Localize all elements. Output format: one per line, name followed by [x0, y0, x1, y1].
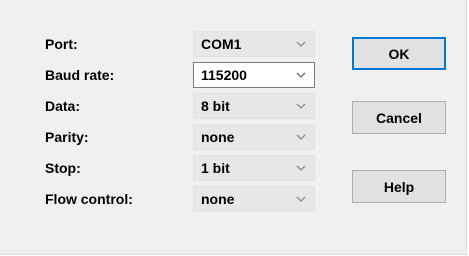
flow-control-label: Flow control:: [45, 191, 133, 207]
serial-port-settings-dialog: Port: COM1 Baud rate: 115200 Data: 8 bit…: [0, 0, 467, 255]
chevron-down-icon: [296, 72, 306, 78]
baud-rate-value: 115200: [201, 67, 247, 83]
port-select[interactable]: COM1: [193, 31, 315, 57]
data-bits-label: Data:: [45, 98, 81, 114]
cancel-button[interactable]: Cancel: [352, 101, 446, 134]
stop-bits-select[interactable]: 1 bit: [193, 155, 315, 181]
stop-bits-value: 1 bit: [201, 160, 230, 176]
port-value: COM1: [201, 36, 242, 52]
baud-rate-label: Baud rate:: [45, 67, 115, 83]
chevron-down-icon: [296, 41, 306, 47]
chevron-down-icon: [296, 103, 306, 109]
help-button[interactable]: Help: [352, 170, 446, 203]
data-bits-value: 8 bit: [201, 98, 230, 114]
data-bits-select[interactable]: 8 bit: [193, 93, 315, 119]
stop-bits-label: Stop:: [45, 160, 81, 176]
baud-rate-combobox[interactable]: 115200: [193, 62, 315, 88]
parity-value: none: [201, 129, 235, 145]
chevron-down-icon: [296, 134, 306, 140]
chevron-down-icon: [296, 196, 306, 202]
parity-select[interactable]: none: [193, 124, 315, 150]
chevron-down-icon: [296, 165, 306, 171]
port-label: Port:: [45, 36, 78, 52]
flow-control-value: none: [201, 191, 235, 207]
ok-button[interactable]: OK: [352, 37, 446, 70]
flow-control-select[interactable]: none: [193, 186, 315, 212]
parity-label: Parity:: [45, 129, 89, 145]
